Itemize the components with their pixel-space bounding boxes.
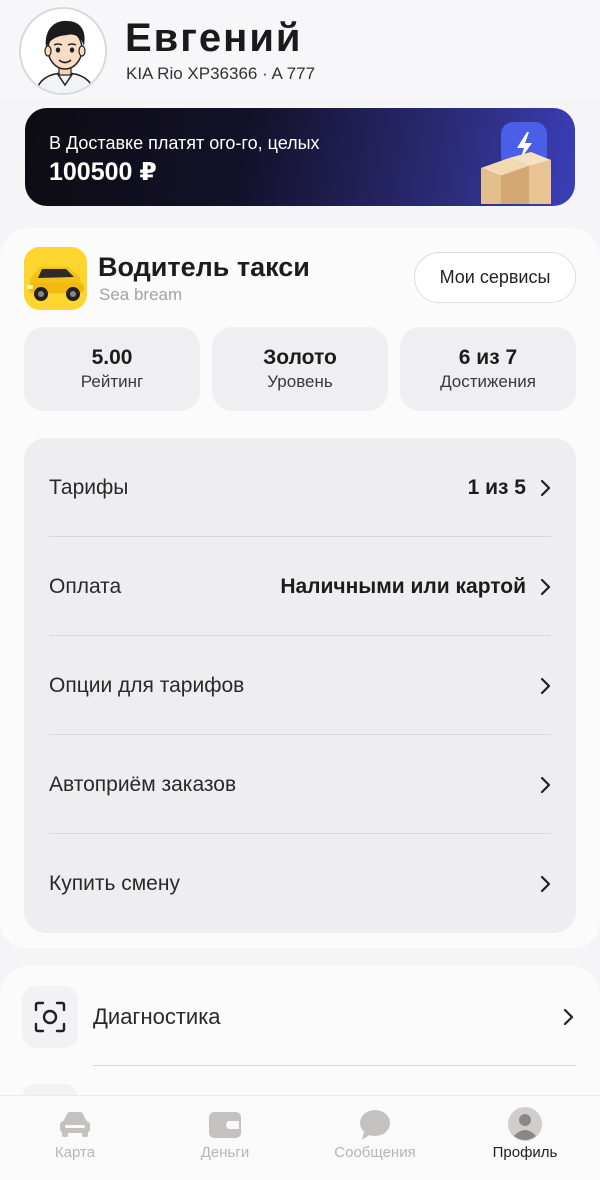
vehicle-info: KIA Rio XP36366 · A 777 [126,64,316,83]
chevron-right-icon [540,875,551,893]
service-subtitle: Sea bream [99,285,183,304]
stat-label: Достижения [440,372,536,391]
diagnostics-label[interactable]: Диагностика [93,999,221,1035]
chat-icon [360,1110,390,1140]
car-icon [60,1112,90,1137]
diagnostics-scan-icon [22,986,78,1048]
stat-value: 5.00 [91,346,133,369]
service-title: Водитель такси [98,252,310,282]
settings-row-payment[interactable]: Оплата Наличными или картой [24,537,576,636]
nav-label: Деньги [200,1144,250,1161]
wallet-icon [209,1112,241,1138]
stat-level[interactable]: Золото Уровень [212,327,388,411]
promo-amount: 100500 ₽ [49,158,157,186]
promo-text: В Доставке платят ого-го, целых [49,133,320,153]
chevron-right-icon [540,578,551,596]
user-name: Евгений [125,16,303,60]
row-label: Опции для тарифов [49,674,245,697]
bottom-navigation: Карта Деньги Сообщения Профиль [0,1095,600,1180]
my-services-button[interactable]: Мои сервисы [414,252,576,303]
row-value: Наличными или картой [280,575,526,598]
settings-row-buy-shift[interactable]: Купить смену [24,834,576,933]
nav-item-money[interactable]: Деньги [150,1096,300,1180]
settings-list: Тарифы 1 из 5 Оплата Наличными или карто… [24,438,576,933]
profile-icon [508,1107,542,1141]
nav-item-map[interactable]: Карта [0,1096,150,1180]
nav-label: Сообщения [334,1144,416,1161]
nav-label: Профиль [492,1144,558,1161]
avatar[interactable] [19,7,107,95]
stats-row: 5.00 Рейтинг Золото Уровень 6 из 7 Дости… [24,327,576,411]
avatar-illustration [21,9,105,93]
stat-label: Рейтинг [80,372,144,391]
promo-banner[interactable]: В Доставке платят ого-го, целых 100500 ₽ [25,108,575,206]
taxi-car-icon [24,247,87,310]
delivery-box-icon [481,122,551,204]
settings-row-tariffs[interactable]: Тарифы 1 из 5 [24,438,576,537]
row-label: Оплата [49,575,122,598]
nav-item-messages[interactable]: Сообщения [300,1096,450,1180]
chevron-right-icon [540,479,551,497]
stat-achievements[interactable]: 6 из 7 Достижения [400,327,576,411]
divider [93,1065,576,1066]
row-label: Тарифы [49,476,129,499]
stat-value: Золото [263,346,337,369]
row-label: Автоприём заказов [49,773,237,796]
row-value: 1 из 5 [467,476,526,499]
settings-row-tariff-options[interactable]: Опции для тарифов [24,636,576,735]
chevron-right-icon [540,776,551,794]
stat-value: 6 из 7 [458,346,518,369]
nav-item-profile[interactable]: Профиль [450,1096,600,1180]
service-card: Водитель такси Sea bream Мои сервисы 5.0… [0,228,600,948]
row-label: Купить смену [49,872,180,895]
profile-header: Евгений KIA Rio XP36366 · A 777 [0,0,600,100]
nav-label: Карта [54,1144,96,1161]
stat-rating[interactable]: 5.00 Рейтинг [24,327,200,411]
chevron-right-icon [563,1008,574,1026]
settings-row-auto-accept[interactable]: Автоприём заказов [24,735,576,834]
stat-label: Уровень [267,372,333,391]
chevron-right-icon [540,677,551,695]
